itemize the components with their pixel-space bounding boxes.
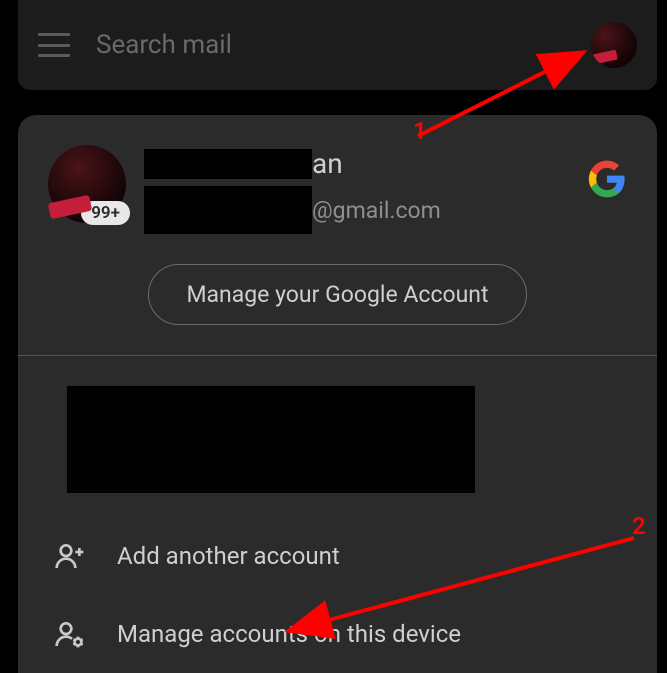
add-another-account-item[interactable]: Add another account [43,517,632,595]
manage-google-account-button[interactable]: Manage your Google Account [148,264,527,325]
account-avatar: 99+ [48,145,126,223]
unread-badge: 99+ [81,201,130,225]
account-email: @gmail.com [312,197,441,224]
redacted-secondary-account[interactable] [67,386,475,493]
redacted-name [144,149,312,179]
account-switcher-panel: 99+ an @gmail.com Manage your Google Acc… [18,115,657,673]
menu-label: Add another account [117,542,340,570]
redacted-email [144,186,312,234]
secondary-section: Add another account Manage accounts on t… [18,356,657,673]
search-bar[interactable]: Search mail [18,0,657,90]
account-name: an [312,147,343,180]
manage-accounts-device-item[interactable]: Manage accounts on this device [43,595,632,673]
add-person-icon [51,537,89,575]
google-logo-icon [587,159,627,199]
manage-person-icon [51,615,89,653]
profile-avatar-button[interactable] [591,22,637,68]
current-account-header: 99+ an @gmail.com [18,145,657,264]
menu-label: Manage accounts on this device [117,620,461,648]
search-input[interactable]: Search mail [96,30,591,60]
hamburger-menu-icon[interactable] [38,33,70,57]
account-info: an @gmail.com [144,145,627,234]
